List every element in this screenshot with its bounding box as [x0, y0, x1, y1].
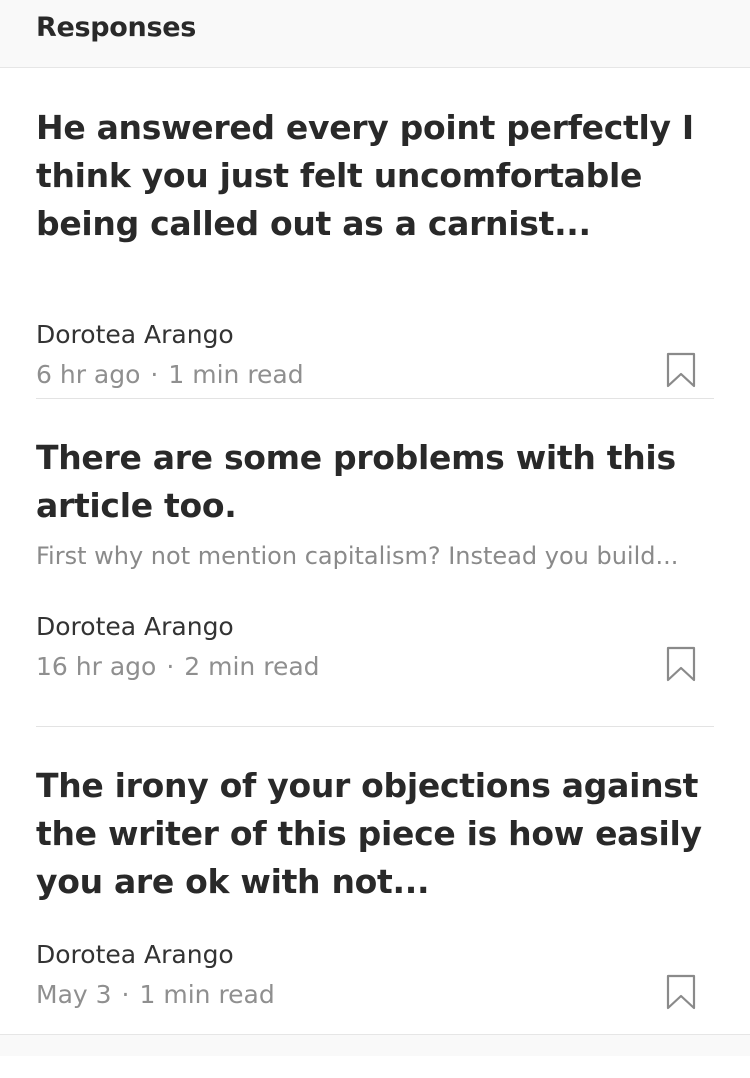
response-read-time: 2 min read — [184, 652, 320, 681]
response-read-time: 1 min read — [139, 980, 275, 1009]
response-meta: 6 hr ago · 1 min read — [36, 358, 304, 392]
bottom-bar — [0, 1034, 750, 1056]
page-title: Responses — [36, 12, 197, 43]
response-meta: 16 hr ago · 2 min read — [36, 650, 320, 684]
response-card[interactable]: The irony of your objections against the… — [36, 762, 714, 1052]
response-time: May 3 — [36, 980, 112, 1009]
bookmark-icon[interactable] — [666, 352, 696, 388]
response-card[interactable]: There are some problems with this articl… — [36, 434, 714, 724]
responses-list: He answered every point perfectly I thin… — [0, 68, 750, 1056]
meta-separator: · — [121, 980, 130, 1009]
response-card[interactable]: He answered every point perfectly I thin… — [36, 104, 714, 394]
response-snippet[interactable]: First why not mention capitalism? Instea… — [36, 540, 714, 572]
response-author[interactable]: Dorotea Arango — [36, 938, 234, 972]
bookmark-icon[interactable] — [666, 974, 696, 1010]
response-time: 6 hr ago — [36, 360, 141, 389]
response-meta: May 3 · 1 min read — [36, 978, 275, 1012]
bookmark-icon[interactable] — [666, 646, 696, 682]
response-title[interactable]: He answered every point perfectly I thin… — [36, 104, 714, 248]
response-time: 16 hr ago — [36, 652, 157, 681]
response-title[interactable]: There are some problems with this articl… — [36, 434, 714, 530]
divider — [36, 398, 714, 399]
response-title[interactable]: The irony of your objections against the… — [36, 762, 714, 906]
response-author[interactable]: Dorotea Arango — [36, 610, 234, 644]
meta-separator: · — [150, 360, 159, 389]
response-author[interactable]: Dorotea Arango — [36, 318, 234, 352]
response-read-time: 1 min read — [168, 360, 304, 389]
divider — [36, 726, 714, 727]
meta-separator: · — [166, 652, 175, 681]
responses-header: Responses — [0, 0, 750, 68]
